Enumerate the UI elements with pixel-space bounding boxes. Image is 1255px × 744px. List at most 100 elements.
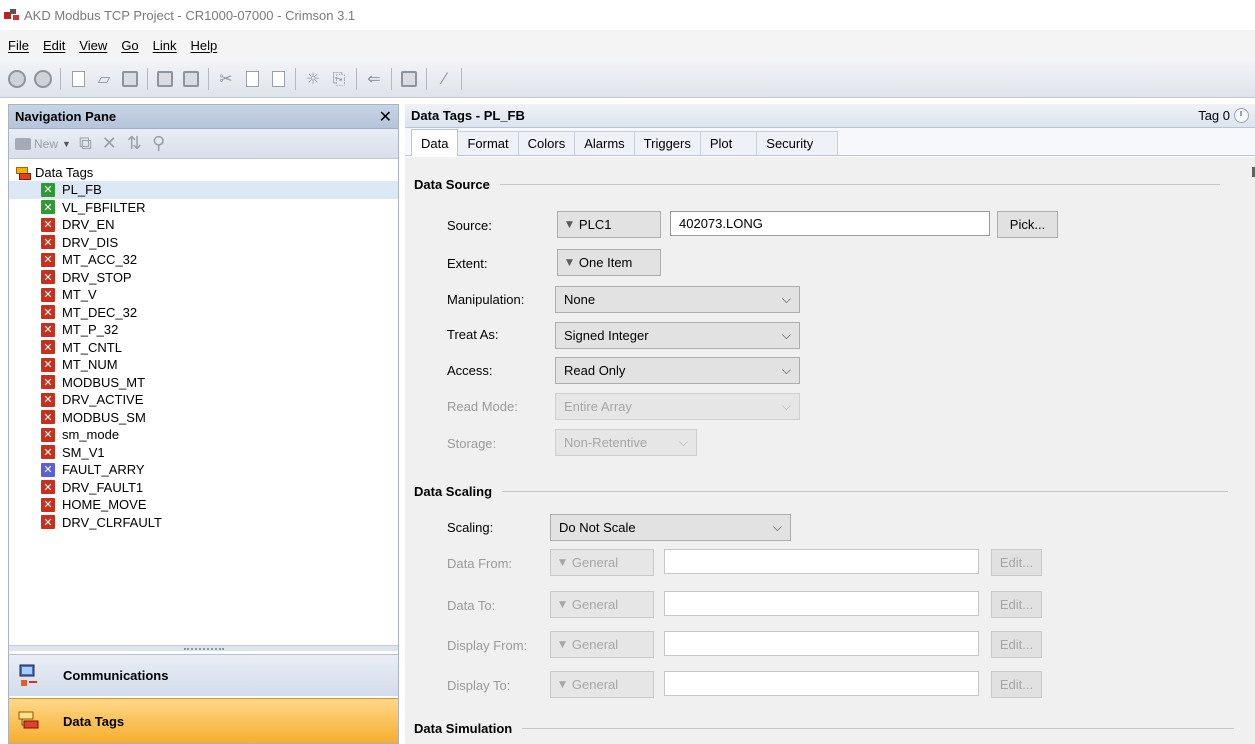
editor-header: Data Tags - PL_FB Tag 0 — [405, 104, 1255, 128]
copy-icon[interactable] — [241, 68, 263, 90]
tree-item[interactable]: ✕ VL_FBFILTER — [9, 199, 398, 217]
paste-icon[interactable] — [267, 68, 289, 90]
tree-item-label: MT_DEC_32 — [62, 304, 138, 320]
treat-as-select[interactable]: Signed Integer ⌵ — [555, 322, 800, 349]
cut-icon[interactable]: ✂ — [215, 68, 237, 90]
delete-icon[interactable]: ✕ — [102, 133, 117, 154]
pane-splitter[interactable] — [9, 645, 398, 651]
display-from-edit-button[interactable]: Edit... — [991, 631, 1042, 658]
scaling-select[interactable]: Do Not Scale ⌵ — [550, 514, 791, 541]
tree-item[interactable]: ✕ MT_V — [9, 286, 398, 304]
redo-icon[interactable] — [180, 68, 202, 90]
new-file-icon[interactable] — [67, 68, 89, 90]
search-icon[interactable]: ⚲ — [152, 133, 165, 154]
display-to-type: General — [571, 677, 619, 692]
undo-icon[interactable] — [154, 68, 176, 90]
extent-value: One Item — [578, 255, 633, 270]
data-simulation-title: Data Simulation — [414, 721, 513, 736]
menu-file[interactable]: File — [8, 38, 29, 53]
data-from-edit-button[interactable]: Edit... — [991, 549, 1042, 576]
source-address-field[interactable]: 402073.LONG — [670, 211, 990, 236]
tree-item[interactable]: ✕ SM_V1 — [9, 444, 398, 462]
tab-format[interactable]: Format — [457, 131, 519, 155]
close-icon[interactable]: ✕ — [379, 107, 392, 126]
data-from-field[interactable] — [664, 549, 979, 574]
data-tab-content: Data Source Source: ▼ PLC1 402073.LONG P… — [405, 157, 1255, 744]
tree-item[interactable]: ✕ DRV_EN — [9, 216, 398, 234]
manipulation-label: Manipulation: — [447, 292, 525, 307]
tab-alarms[interactable]: Alarms — [574, 131, 635, 155]
window-icon[interactable] — [398, 68, 420, 90]
open-icon[interactable]: ▱ — [93, 68, 115, 90]
pick-button[interactable]: Pick... — [997, 211, 1058, 238]
chevron-down-icon: ⌵ — [678, 435, 688, 449]
read-mode-select[interactable]: Entire Array ⌵ — [555, 393, 800, 420]
tree-item[interactable]: ✕ DRV_STOP — [9, 269, 398, 287]
tree-item[interactable]: ✕ sm_mode — [9, 426, 398, 444]
data-to-type-dropdown[interactable]: ▼ General — [550, 591, 654, 618]
menu-help[interactable]: Help — [191, 38, 218, 53]
tab-colors[interactable]: Colors — [517, 131, 576, 155]
tree-item[interactable]: ✕ MT_NUM — [9, 356, 398, 374]
replace-icon[interactable]: ⎘ — [328, 68, 350, 90]
back-icon[interactable] — [6, 68, 28, 90]
access-select[interactable]: Read Only ⌵ — [555, 357, 800, 384]
display-to-type-dropdown[interactable]: ▼ General — [550, 671, 654, 698]
storage-select[interactable]: Non-Retentive ⌵ — [555, 429, 697, 456]
data-to-field[interactable] — [664, 591, 979, 616]
tab-triggers[interactable]: Triggers — [633, 131, 701, 155]
tree-item[interactable]: ✕ DRV_FAULT1 — [9, 479, 398, 497]
tree-item[interactable]: ✕ DRV_DIS — [9, 234, 398, 252]
extent-dropdown[interactable]: ▼ One Item — [557, 249, 661, 276]
tree-item[interactable]: ✕ MT_DEC_32 — [9, 304, 398, 322]
tag-status-icon: ✕ — [41, 480, 55, 495]
data-source-group: Data Source — [414, 177, 1220, 192]
tree-item[interactable]: ✕ MODBUS_SM — [9, 409, 398, 427]
tree-item[interactable]: ✕ MODBUS_MT — [9, 374, 398, 392]
tree-item[interactable]: ✕ HOME_MOVE — [9, 496, 398, 514]
clock-icon[interactable] — [1234, 108, 1249, 123]
display-to-edit-button[interactable]: Edit... — [991, 671, 1042, 698]
tag-status-icon: ✕ — [41, 182, 55, 197]
data-from-type-dropdown[interactable]: ▼ General — [550, 549, 654, 576]
menu-link[interactable]: Link — [153, 38, 177, 53]
tab-plot[interactable]: Plot — [699, 131, 758, 155]
tree-item-label: MODBUS_MT — [62, 374, 146, 390]
menu-edit[interactable]: Edit — [43, 38, 65, 53]
find-icon[interactable]: ☼ — [302, 68, 324, 90]
tree-item[interactable]: ✕ PL_FB — [9, 181, 398, 199]
link-icon[interactable]: ⇐ — [363, 68, 385, 90]
menu-view[interactable]: View — [79, 38, 107, 53]
tree-item[interactable]: ✕ DRV_CLRFAULT — [9, 514, 398, 532]
tree-item[interactable]: ✕ MT_CNTL — [9, 339, 398, 357]
data-to-label: Data To: — [447, 598, 496, 613]
tree-item-label: DRV_DIS — [62, 234, 119, 250]
tag-status-icon: ✕ — [41, 357, 55, 372]
manipulation-select[interactable]: None ⌵ — [555, 286, 800, 313]
tab-data[interactable]: Data — [411, 129, 459, 156]
new-button[interactable]: New ▼ — [15, 137, 71, 151]
tools-icon[interactable]: ⁄ — [433, 68, 455, 90]
tree-item[interactable]: ✕ FAULT_ARRY — [9, 461, 398, 479]
read-mode-label: Read Mode: — [447, 399, 518, 414]
menu-go[interactable]: Go — [121, 38, 138, 53]
tree-item[interactable]: ✕ DRV_ACTIVE — [9, 391, 398, 409]
section-communications[interactable]: Communications — [9, 654, 398, 696]
display-to-field[interactable] — [664, 671, 979, 696]
tree-root-data-tags[interactable]: Data Tags — [9, 164, 398, 181]
display-from-type-dropdown[interactable]: ▼ General — [550, 631, 654, 658]
save-icon[interactable] — [119, 68, 141, 90]
forward-icon[interactable] — [32, 68, 54, 90]
tree-item-label: VL_FBFILTER — [62, 199, 146, 215]
source-device-dropdown[interactable]: ▼ PLC1 — [557, 211, 661, 238]
sort-icon[interactable]: ⇅ — [127, 133, 142, 154]
rename-icon[interactable]: ⧉ — [79, 133, 92, 154]
tree-item[interactable]: ✕ MT_ACC_32 — [9, 251, 398, 269]
tab-security[interactable]: Security — [756, 131, 839, 155]
section-data-tags[interactable]: Data Tags — [9, 698, 398, 743]
tree-item[interactable]: ✕ MT_P_32 — [9, 321, 398, 339]
display-from-field[interactable] — [664, 631, 979, 656]
tree-item-label: HOME_MOVE — [62, 497, 147, 513]
data-to-edit-button[interactable]: Edit... — [991, 591, 1042, 618]
tag-tree: Data Tags ✕ PL_FB ✕ VL_FBFILTER ✕ DRV_EN ✕ DRV_… — [9, 159, 398, 642]
